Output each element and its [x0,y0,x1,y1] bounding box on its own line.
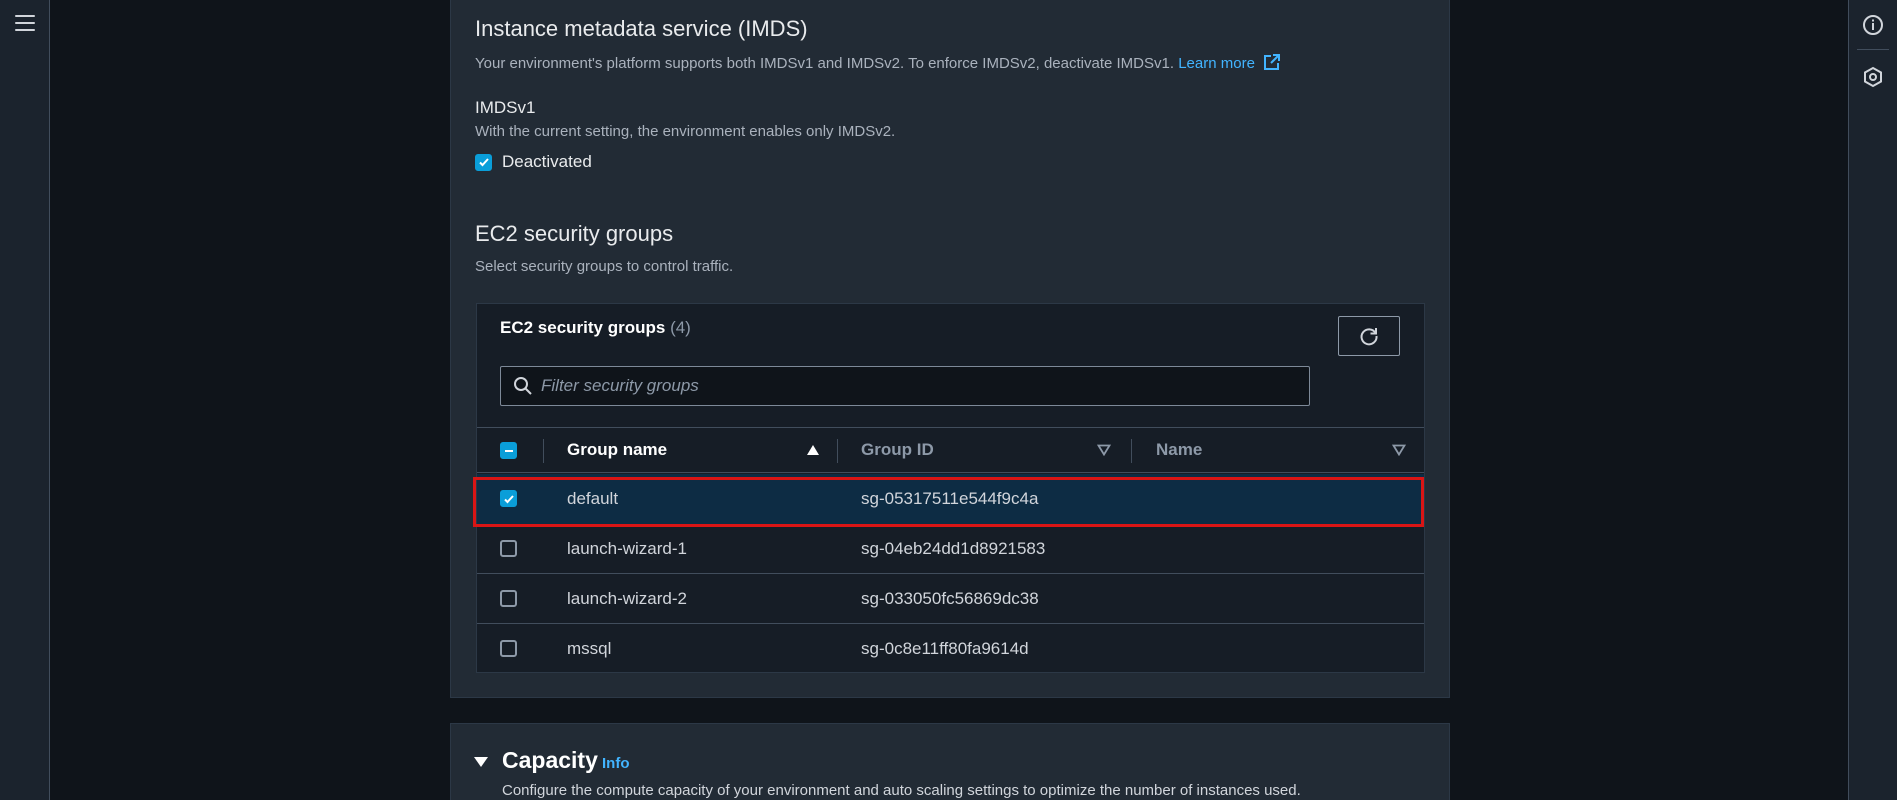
security-groups-description: Select security groups to control traffi… [475,258,734,275]
row-checkbox[interactable] [500,490,517,507]
column-header-name[interactable]: Name [1156,440,1202,460]
select-all-checkbox[interactable] [500,442,517,459]
check-icon [503,494,514,503]
deactivated-label: Deactivated [502,152,592,171]
group-id-cell: sg-0c8e11ff80fa9614d [861,639,1029,658]
table-row[interactable]: mssql sg-0c8e11ff80fa9614d [477,624,1424,674]
info-icon[interactable] [1862,14,1884,36]
column-separator [543,439,544,463]
sort-icon[interactable] [1097,444,1111,456]
right-tools-rail [1848,0,1897,800]
capacity-info-link[interactable]: Info [602,755,630,772]
filter-security-groups-input[interactable] [541,376,1301,396]
table-count: (4) [670,318,691,337]
learn-more-link[interactable]: Learn more [1178,55,1255,72]
row-checkbox[interactable] [500,590,517,607]
sort-icon[interactable] [1392,444,1406,456]
hexagon-icon[interactable] [1862,66,1884,88]
imds-heading: Instance metadata service (IMDS) [475,16,808,41]
table-row[interactable]: launch-wizard-2 sg-033050fc56869dc38 [477,574,1424,624]
imdsv1-description: With the current setting, the environmen… [475,123,896,140]
left-nav-rail [0,0,50,800]
deactivated-checkbox-row[interactable]: Deactivated [475,152,592,172]
imds-description: Your environment's platform supports bot… [475,53,1281,72]
column-separator [1131,439,1132,463]
filter-search-box[interactable] [500,366,1310,406]
group-id-cell: sg-033050fc56869dc38 [861,589,1039,608]
row-checkbox[interactable] [500,540,517,557]
capacity-heading[interactable]: Capacity [502,747,598,774]
group-name-cell: mssql [567,639,612,658]
rail-divider [1857,49,1889,50]
external-link-icon[interactable] [1263,53,1281,71]
group-name-cell: launch-wizard-2 [567,589,687,608]
group-id-cell: sg-05317511e544f9c4a [861,489,1039,508]
refresh-button[interactable] [1338,316,1400,356]
indeterminate-icon [504,449,513,452]
row-checkbox[interactable] [500,640,517,657]
table-row[interactable]: launch-wizard-1 sg-04eb24dd1d8921583 [477,524,1424,574]
imdsv1-label: IMDSv1 [475,98,536,117]
check-icon [478,158,489,167]
table-header: Group name Group ID Name [477,427,1424,473]
caret-down-icon[interactable] [473,756,489,768]
table-title: EC2 security groups (4) [500,318,691,337]
column-header-group-id[interactable]: Group ID [861,440,934,460]
refresh-icon [1360,328,1378,346]
menu-icon[interactable] [15,15,35,33]
sort-ascending-icon[interactable] [806,444,820,456]
group-name-cell: launch-wizard-1 [567,539,687,558]
deactivated-checkbox[interactable] [475,153,492,171]
search-icon [514,377,532,395]
group-name-cell: default [567,489,619,508]
capacity-description: Configure the compute capacity of your e… [502,782,1301,799]
table-row[interactable]: default sg-05317511e544f9c4a [477,474,1424,524]
column-separator [837,439,838,463]
security-groups-heading: EC2 security groups [475,221,674,246]
group-id-cell: sg-04eb24dd1d8921583 [861,539,1046,558]
column-header-group-name[interactable]: Group name [567,440,667,460]
